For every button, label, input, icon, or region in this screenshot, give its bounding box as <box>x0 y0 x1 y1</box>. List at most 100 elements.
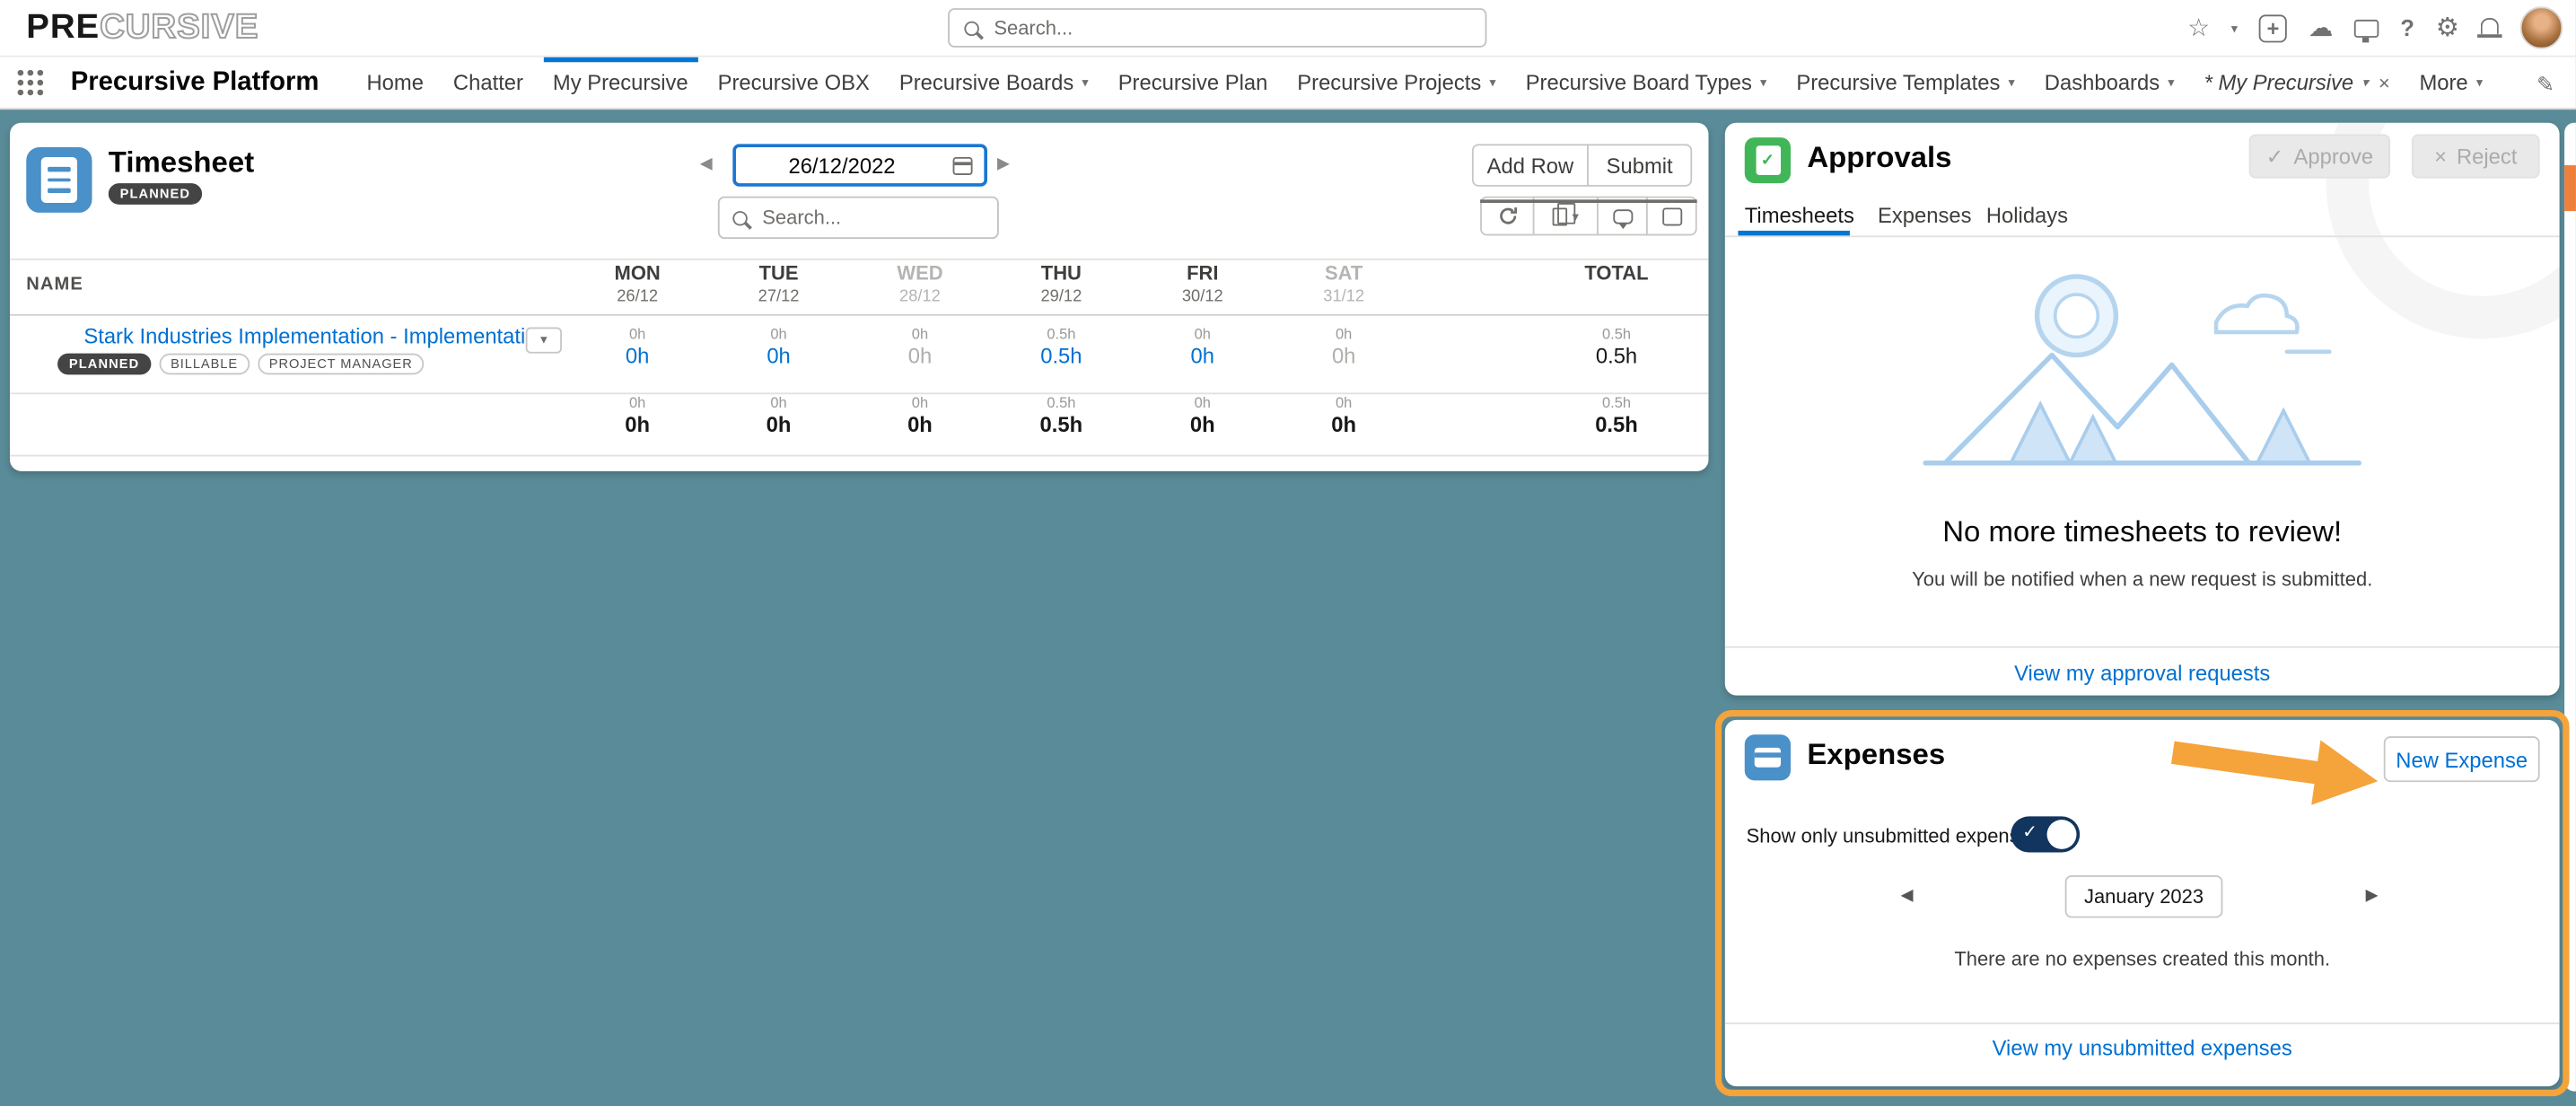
approve-button[interactable]: ✓Approve <box>2249 134 2390 178</box>
next-day-arrow[interactable]: ▶ <box>997 155 1010 173</box>
nav-item-dashboards[interactable]: Dashboards▾ <box>2029 57 2189 108</box>
chevron-down-icon[interactable]: ▾ <box>1760 75 1766 90</box>
hours-link[interactable]: 0h <box>708 344 849 368</box>
date-label: 28/12 <box>849 288 990 306</box>
reject-button[interactable]: ×Reject <box>2412 134 2540 178</box>
chevron-down-icon[interactable]: ▾ <box>1489 75 1495 90</box>
favorites-chevron-icon[interactable]: ▾ <box>2231 21 2238 35</box>
search-icon <box>732 211 747 225</box>
display-icon[interactable] <box>2354 19 2379 37</box>
cloud-icon[interactable]: ☁ <box>2309 13 2333 43</box>
nav-item-precursive-projects[interactable]: Precursive Projects▾ <box>1283 57 1511 108</box>
month-selector[interactable]: January 2023 <box>2065 875 2223 917</box>
copy-icon <box>1553 207 1567 225</box>
calendar-icon[interactable] <box>953 157 973 175</box>
timesheet-search-input[interactable] <box>762 206 976 230</box>
chevron-down-icon[interactable]: ▾ <box>2361 75 2368 90</box>
tab-holidays[interactable]: Holidays <box>1986 203 2068 227</box>
hours-value: 0h <box>1273 344 1414 368</box>
planned-hours: 0.5h <box>991 326 1132 342</box>
timesheet-cell-tue[interactable]: 0h0h <box>708 326 849 368</box>
app-launcher-icon[interactable] <box>16 69 44 97</box>
search-icon <box>964 22 978 36</box>
planned-hours: 0.5h <box>1546 326 1687 342</box>
add-row-button[interactable]: Add Row <box>1472 144 1589 186</box>
timesheet-cell-thu[interactable]: 0.5h 0.5h <box>991 326 1132 368</box>
prev-month-arrow[interactable]: ◀ <box>1901 887 1914 905</box>
tab-expenses[interactable]: Expenses <box>1878 203 1971 227</box>
close-icon[interactable]: × <box>2379 71 2390 94</box>
divider <box>10 259 1709 260</box>
tab-timesheets[interactable]: Timesheets <box>1745 203 1854 227</box>
view-unsubmitted-expenses-link[interactable]: View my unsubmitted expenses <box>1993 1036 2292 1060</box>
column-header-total: TOTAL <box>1546 262 1687 285</box>
avatar[interactable] <box>2520 6 2563 48</box>
global-search-input[interactable] <box>994 16 1453 40</box>
submit-button[interactable]: Submit <box>1587 144 1692 186</box>
hours-link[interactable]: 0h <box>566 344 707 368</box>
nav-label: More <box>2419 70 2467 94</box>
column-header-mon: MON26/12 <box>566 262 707 306</box>
help-icon[interactable]: ? <box>2400 14 2414 40</box>
comments-button[interactable] <box>1597 197 1648 236</box>
nav-item-precursive-plan[interactable]: Precursive Plan <box>1103 57 1283 108</box>
date-label: 26/12 <box>566 288 707 306</box>
total-hours: 0.5h <box>1546 344 1687 368</box>
global-search[interactable] <box>948 8 1486 48</box>
gear-icon[interactable]: ⚙ <box>2436 12 2459 44</box>
nav-item-precursive-obx[interactable]: Precursive OBX <box>703 57 884 108</box>
day-label: TOTAL <box>1546 262 1687 285</box>
approvals-card: ✓ Approvals ✓Approve ×Reject Timesheets … <box>1725 123 2560 696</box>
divider <box>10 455 1709 457</box>
view-approval-requests-link[interactable]: View my approval requests <box>2014 661 2270 685</box>
date-input[interactable] <box>732 144 987 186</box>
refresh-button[interactable] <box>1480 197 1534 236</box>
day-total: 0h <box>708 412 849 436</box>
column-header-sat: SAT31/12 <box>1273 262 1414 306</box>
nav-item-chatter[interactable]: Chatter <box>438 57 538 108</box>
nav-label: Precursive Boards <box>899 70 1073 94</box>
timesheet-cell-fri[interactable]: 0h0h <box>1132 326 1273 368</box>
nav-item-more[interactable]: More ▾ <box>2405 57 2498 108</box>
chat-bubble-icon <box>1612 208 1632 223</box>
next-month-arrow[interactable]: ▶ <box>2366 887 2379 905</box>
chevron-down-icon[interactable]: ▾ <box>1082 75 1088 90</box>
chevron-down-icon[interactable]: ▾ <box>2168 75 2174 90</box>
timesheet-search[interactable] <box>718 197 999 239</box>
project-row-link[interactable]: Stark Industries Implementation - Implem… <box>83 324 548 348</box>
nav-item-precursive-board-types[interactable]: Precursive Board Types▾ <box>1511 57 1782 108</box>
prev-day-arrow[interactable]: ◀ <box>700 155 713 173</box>
chevron-down-icon[interactable]: ▾ <box>2476 75 2483 90</box>
unsubmitted-toggle[interactable]: ✓ <box>2011 816 2080 852</box>
calendar-view-button[interactable] <box>1646 197 1697 236</box>
nav-item-home[interactable]: Home <box>352 57 438 108</box>
planned-total: 0h <box>708 394 849 410</box>
planned-total: 0h <box>1132 394 1273 410</box>
project-manager-badge: PROJECT MANAGER <box>258 354 425 375</box>
hours-link[interactable]: 0.5h <box>991 344 1132 368</box>
calendar-icon <box>1661 207 1681 225</box>
favorites-star-icon[interactable]: ☆ <box>2187 13 2210 43</box>
new-expense-button[interactable]: New Expense <box>2384 736 2540 782</box>
timesheet-actions: Add Row Submit <box>1472 144 1692 186</box>
row-dropdown-button[interactable]: ▼ <box>526 328 562 354</box>
nav-item-precursive-boards[interactable]: Precursive Boards ▾ <box>884 57 1103 108</box>
unsubmitted-toggle-label: Show only unsubmitted expenses <box>1747 825 2040 848</box>
notifications-bell-icon[interactable] <box>2481 22 2499 35</box>
timesheet-cell-total: 0.5h 0.5h <box>1546 326 1687 368</box>
copy-button[interactable]: ▾ <box>1533 197 1599 236</box>
nav-item-my-precursive[interactable]: My Precursive <box>538 57 703 108</box>
hours-link[interactable]: 0h <box>1132 344 1273 368</box>
nav-item-temp-my-precursive[interactable]: * My Precursive▾× <box>2189 57 2405 108</box>
nav-item-precursive-templates[interactable]: Precursive Templates▾ <box>1782 57 2029 108</box>
column-header-fri: FRI30/12 <box>1132 262 1273 306</box>
nav-label: Precursive Plan <box>1118 70 1268 94</box>
edit-pencil-icon[interactable]: ✎ <box>2537 57 2554 111</box>
day-label: WED <box>849 262 990 285</box>
nav-label: My Precursive <box>553 70 688 94</box>
chevron-down-icon[interactable]: ▾ <box>2009 75 2015 90</box>
app-name: Precursive Platform <box>71 68 320 98</box>
hours-value: 0h <box>849 344 990 368</box>
timesheet-cell-mon[interactable]: 0h0h <box>566 326 707 368</box>
quick-add-icon[interactable]: + <box>2259 13 2287 41</box>
